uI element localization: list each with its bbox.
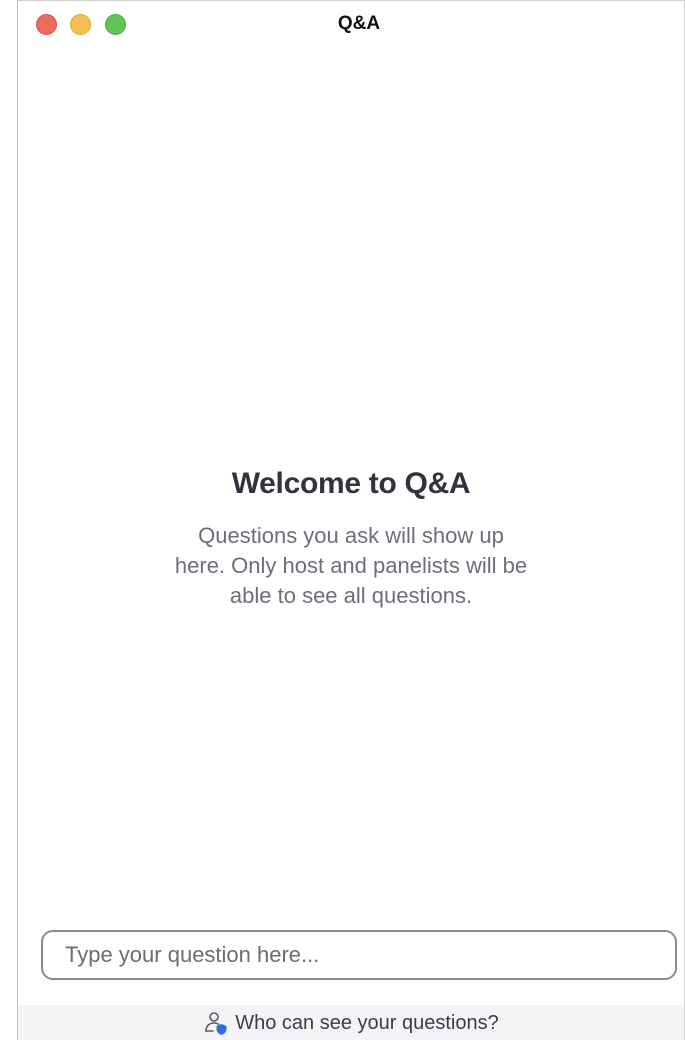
person-shield-icon <box>205 1012 227 1035</box>
who-can-see-questions-link[interactable]: Who can see your questions? <box>203 1010 499 1036</box>
footer-bar: Who can see your questions? <box>18 1005 684 1040</box>
window-title: Q&A <box>337 13 381 34</box>
question-input-container <box>41 930 677 980</box>
welcome-title: Welcome to Q&A <box>231 467 471 500</box>
qa-window: Q&A Welcome to Q&A Questions you ask wil… <box>17 0 685 1040</box>
title-bar: Q&A <box>18 1 684 47</box>
welcome-description: Questions you ask will show up here. Onl… <box>174 523 528 608</box>
who-can-see-questions-label: Who can see your questions? <box>235 1011 499 1034</box>
question-input[interactable] <box>43 932 675 978</box>
welcome-panel: Welcome to Q&A Questions you ask will sh… <box>18 467 684 611</box>
